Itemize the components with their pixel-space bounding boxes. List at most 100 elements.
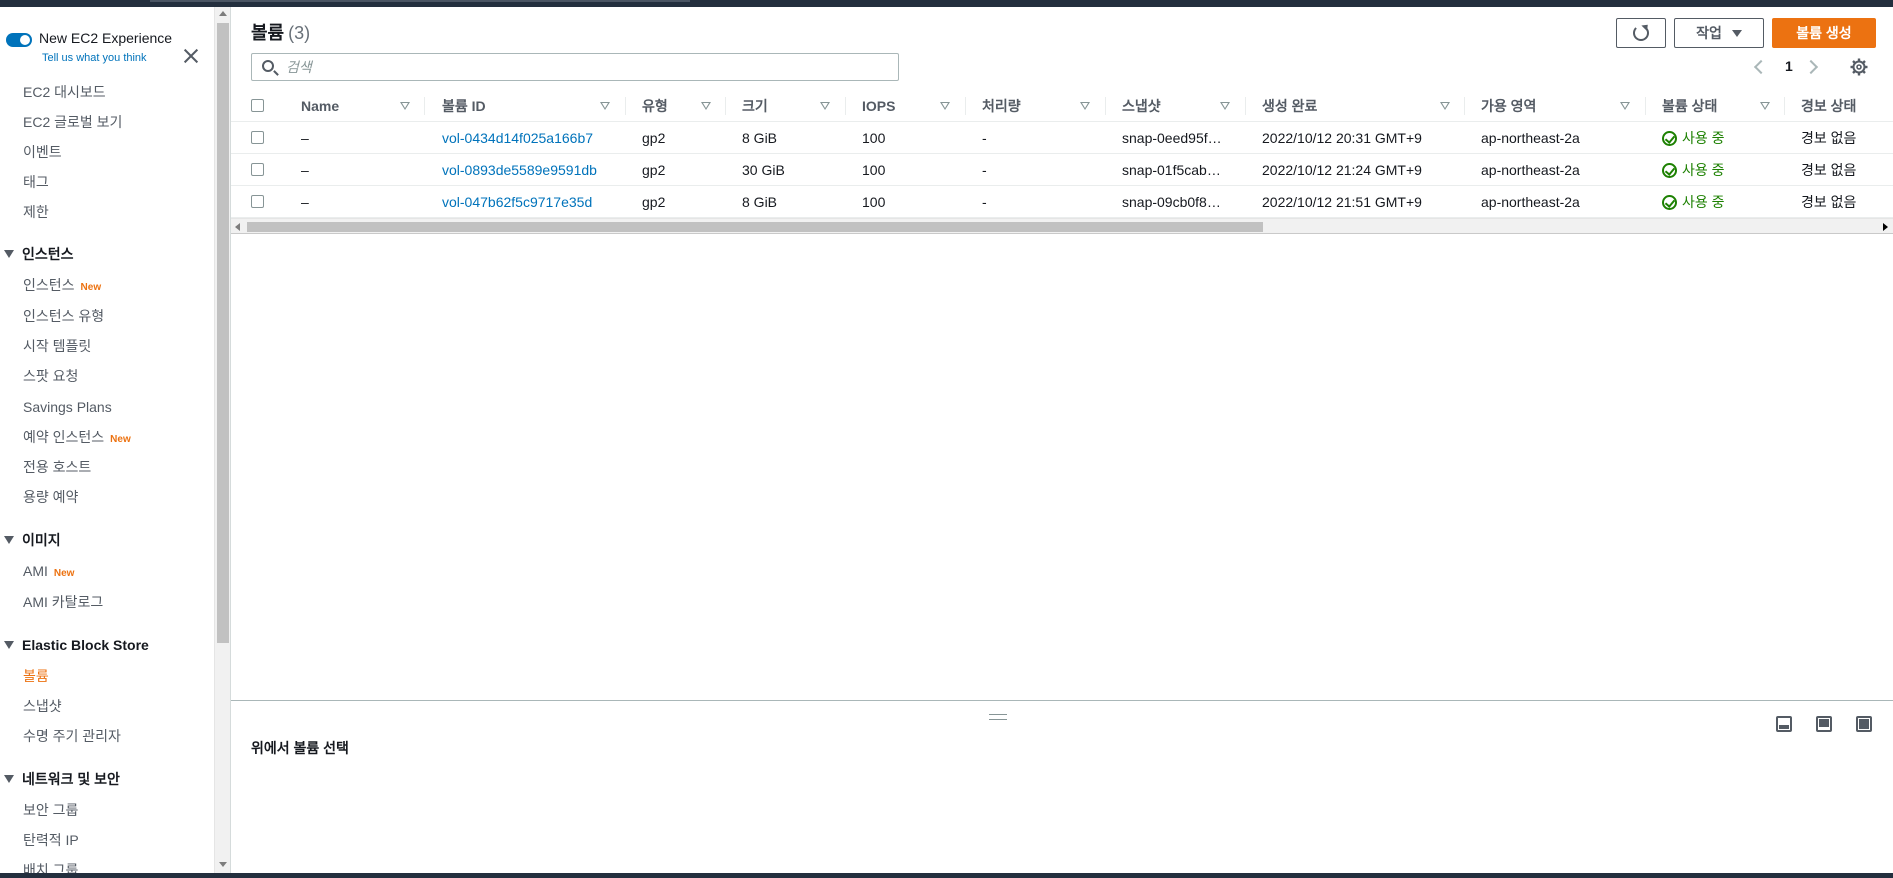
section-ebs[interactable]: Elastic Block Store (4, 636, 149, 654)
sort-icon[interactable] (1080, 102, 1090, 110)
feedback-link[interactable]: Tell us what you think (42, 52, 147, 64)
table-row[interactable]: – vol-0434d14f025a166b7 gp2 8 GiB 100 - … (231, 122, 1893, 154)
row-checkbox[interactable] (251, 195, 264, 208)
sidebar-scrollbar[interactable] (214, 7, 230, 873)
previous-page-icon[interactable] (1753, 59, 1769, 75)
sidebar-item-global-view[interactable]: EC2 글로벌 보기 (23, 113, 122, 131)
cell-created: 2022/10/12 21:51 GMT+9 (1262, 194, 1422, 210)
section-title: 네트워크 및 보안 (22, 771, 120, 787)
sidebar-item-tags[interactable]: 태그 (23, 173, 49, 191)
sidebar-item-elastic-ips[interactable]: 탄력적 IP (23, 831, 79, 849)
cell-size: 30 GiB (742, 162, 785, 178)
sort-icon[interactable] (1440, 102, 1450, 110)
page-number[interactable]: 1 (1785, 58, 1793, 74)
sidebar-item-lifecycle-manager[interactable]: 수명 주기 관리자 (23, 727, 121, 745)
sidebar-item-placement-groups[interactable]: 배치 그룹 (23, 861, 78, 873)
column-divider[interactable] (1464, 97, 1465, 115)
sort-icon[interactable] (820, 102, 830, 110)
column-header-throughput[interactable]: 처리량 (982, 90, 1021, 122)
column-header-alarm-status[interactable]: 경보 상태 (1801, 90, 1856, 122)
column-header-created[interactable]: 생성 완료 (1262, 90, 1317, 122)
column-divider[interactable] (845, 97, 846, 115)
create-volume-button[interactable]: 볼륨 생성 (1772, 18, 1876, 48)
column-header-volume-id[interactable]: 볼륨 ID (442, 90, 486, 122)
search-input[interactable] (286, 57, 886, 77)
sidebar-item-events[interactable]: 이벤트 (23, 143, 62, 161)
next-page-icon[interactable] (1803, 59, 1819, 75)
column-divider[interactable] (965, 97, 966, 115)
section-images[interactable]: 이미지 (4, 531, 61, 549)
sort-icon[interactable] (1620, 102, 1630, 110)
table-row[interactable]: – vol-0893de5589e9591db gp2 30 GiB 100 -… (231, 154, 1893, 186)
split-panel: 위에서 볼륨 선택 (231, 700, 1893, 873)
column-divider[interactable] (725, 97, 726, 115)
actions-button[interactable]: 작업 (1674, 18, 1764, 48)
table-horizontal-scrollbar[interactable] (231, 218, 1893, 234)
panel-side-icon[interactable] (1816, 716, 1832, 732)
sort-icon[interactable] (940, 102, 950, 110)
column-divider[interactable] (625, 97, 626, 115)
sort-icon[interactable] (1760, 102, 1770, 110)
column-divider[interactable] (424, 97, 425, 115)
volume-id-link[interactable]: vol-0893de5589e9591db (442, 154, 597, 186)
scroll-up-icon[interactable] (219, 11, 227, 16)
new-badge: New (80, 282, 102, 293)
refresh-button[interactable] (1616, 18, 1666, 48)
scroll-right-icon[interactable] (1883, 223, 1888, 231)
resize-handle-icon[interactable] (989, 714, 1007, 720)
column-divider[interactable] (1105, 97, 1106, 115)
column-header-availability-zone[interactable]: 가용 영역 (1481, 90, 1536, 122)
sidebar-item-instance-types[interactable]: 인스턴스 유형 (23, 307, 104, 325)
cell-name: – (301, 130, 309, 146)
table-row[interactable]: – vol-047b62f5c9717e35d gp2 8 GiB 100 - … (231, 186, 1893, 218)
scrollbar-thumb[interactable] (247, 222, 1263, 232)
sidebar-item-limits[interactable]: 제한 (23, 203, 49, 221)
sidebar-item-reserved-instances[interactable]: 예약 인스턴스 New (23, 428, 131, 449)
column-divider[interactable] (1245, 97, 1246, 115)
column-divider[interactable] (1645, 97, 1646, 115)
sidebar-item-dedicated-hosts[interactable]: 전용 호스트 (23, 458, 91, 476)
column-divider[interactable] (1784, 97, 1785, 115)
sidebar-item-ami[interactable]: AMI New (23, 562, 74, 583)
sort-icon[interactable] (1220, 102, 1230, 110)
volume-id-link[interactable]: vol-047b62f5c9717e35d (442, 186, 592, 218)
scroll-left-icon[interactable] (235, 223, 240, 231)
toggle-title: New EC2 Experience (39, 30, 173, 46)
row-checkbox[interactable] (251, 163, 264, 176)
panel-full-icon[interactable] (1856, 716, 1872, 732)
cell-snapshot: snap-01f5cab… (1122, 162, 1221, 178)
cell-alarm-status: 경보 없음 (1801, 194, 1857, 210)
sidebar-item-dashboard[interactable]: EC2 대시보드 (23, 83, 106, 101)
gear-icon[interactable] (1850, 58, 1868, 76)
sort-icon[interactable] (600, 102, 610, 110)
section-network-security[interactable]: 네트워크 및 보안 (4, 770, 120, 788)
sort-icon[interactable] (701, 102, 711, 110)
section-instances[interactable]: 인스턴스 (4, 245, 74, 263)
sort-icon[interactable] (400, 102, 410, 110)
section-title: 이미지 (22, 532, 61, 548)
column-header-type[interactable]: 유형 (642, 90, 668, 122)
column-header-iops[interactable]: IOPS (862, 90, 895, 122)
sidebar-item-ami-catalog[interactable]: AMI 카탈로그 (23, 593, 103, 611)
scroll-down-icon[interactable] (219, 862, 227, 867)
sidebar-item-security-groups[interactable]: 보안 그룹 (23, 801, 78, 819)
scrollbar-thumb[interactable] (217, 23, 229, 643)
sidebar-item-instances[interactable]: 인스턴스 New (23, 276, 101, 297)
cell-snapshot: snap-09cb0f8… (1122, 194, 1221, 210)
sidebar-item-volumes[interactable]: 볼륨 (23, 667, 49, 685)
column-header-size[interactable]: 크기 (742, 90, 768, 122)
column-header-volume-state[interactable]: 볼륨 상태 (1662, 90, 1717, 122)
select-all-checkbox[interactable] (251, 99, 264, 112)
column-header-name[interactable]: Name (301, 90, 339, 122)
panel-bottom-icon[interactable] (1776, 716, 1792, 732)
sidebar-item-savings-plans[interactable]: Savings Plans (23, 398, 112, 416)
sidebar-item-spot-requests[interactable]: 스팟 요청 (23, 367, 78, 385)
row-checkbox[interactable] (251, 131, 264, 144)
sidebar-item-snapshots[interactable]: 스냅샷 (23, 697, 62, 715)
sidebar-item-launch-templates[interactable]: 시작 템플릿 (23, 337, 91, 355)
volume-id-link[interactable]: vol-0434d14f025a166b7 (442, 122, 593, 154)
column-header-snapshot[interactable]: 스냅샷 (1122, 90, 1161, 122)
sidebar-item-capacity-reservations[interactable]: 용량 예약 (23, 488, 78, 506)
new-experience-toggle[interactable] (6, 33, 32, 47)
close-icon[interactable] (182, 47, 200, 65)
